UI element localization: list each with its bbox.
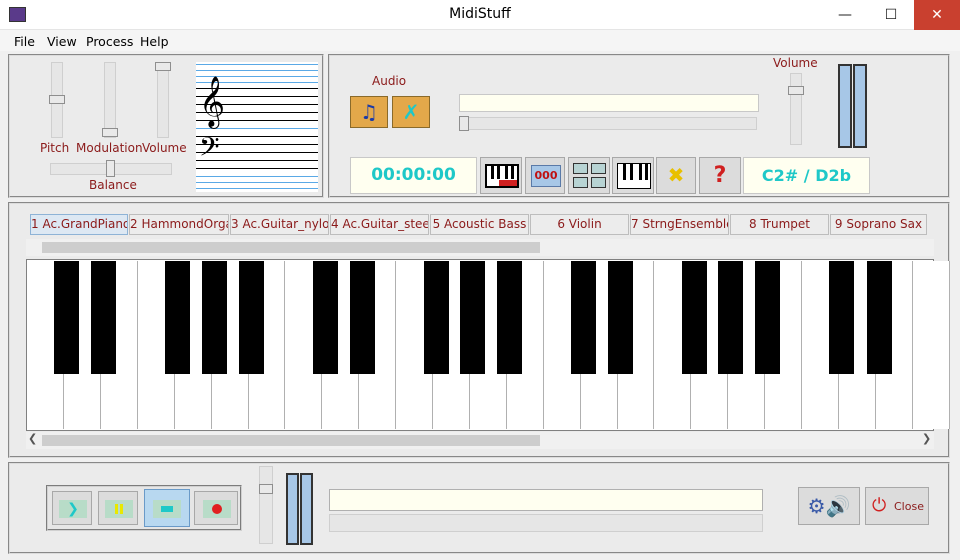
- midi-position-slider[interactable]: [329, 514, 763, 532]
- question-icon: ?: [713, 163, 727, 188]
- menu-help[interactable]: Help: [140, 34, 169, 49]
- tabs-scrollbar-thumb[interactable]: [42, 242, 540, 253]
- menu-view[interactable]: View: [47, 34, 77, 49]
- piano-view-button[interactable]: [480, 157, 522, 194]
- black-key[interactable]: [239, 261, 264, 374]
- black-key[interactable]: [350, 261, 375, 374]
- black-key[interactable]: [202, 261, 227, 374]
- record-button[interactable]: [194, 491, 238, 525]
- master-volume-thumb[interactable]: [788, 86, 804, 95]
- master-volume-label: Volume: [773, 56, 818, 70]
- instrument-tab-9[interactable]: 9 Soprano Sax: [830, 214, 927, 235]
- keyboard-button[interactable]: [612, 157, 654, 194]
- level-meter-right: [853, 64, 867, 148]
- minimize-button[interactable]: —: [822, 0, 868, 30]
- grid-view-button[interactable]: [568, 157, 610, 194]
- playback-volume-slider[interactable]: [259, 466, 273, 544]
- audio-file-field[interactable]: [459, 94, 759, 112]
- black-key[interactable]: [608, 261, 633, 374]
- instrument-tab-6[interactable]: 6 Violin: [530, 214, 629, 235]
- play-icon: ❯: [59, 500, 87, 518]
- balance-slider-thumb[interactable]: [106, 160, 115, 177]
- menu-file[interactable]: File: [14, 34, 35, 49]
- instrument-tab-4[interactable]: 4 Ac.Guitar_steel: [330, 214, 429, 235]
- record-icon: [203, 500, 231, 518]
- black-key[interactable]: [867, 261, 892, 374]
- close-button[interactable]: ⏻ Close: [865, 487, 929, 525]
- black-key[interactable]: [460, 261, 485, 374]
- help-button[interactable]: ?: [699, 157, 741, 194]
- maximize-button[interactable]: ☐: [868, 0, 914, 30]
- pitch-slider-thumb[interactable]: [49, 95, 65, 104]
- window-title: MidiStuff: [449, 6, 511, 22]
- instrument-tab-7[interactable]: 7 StrngEnsemble1: [630, 214, 729, 235]
- counter-label: 000: [531, 165, 561, 187]
- balance-label: Balance: [89, 178, 137, 192]
- midi-file-field[interactable]: [329, 489, 763, 511]
- volume-slider[interactable]: [157, 62, 169, 138]
- pause-button[interactable]: [98, 491, 138, 525]
- pitch-label: Pitch: [40, 141, 70, 155]
- note-display: C2# / D2b: [743, 157, 870, 194]
- modulation-slider[interactable]: [104, 62, 116, 138]
- tools-button[interactable]: ✖: [656, 157, 696, 194]
- black-key[interactable]: [313, 261, 338, 374]
- black-key[interactable]: [682, 261, 707, 374]
- music-note-icon: ♫: [360, 100, 378, 124]
- instrument-tab-2[interactable]: 2 HammondOrgan: [129, 214, 229, 235]
- treble-clef-icon: 𝄞: [199, 76, 226, 127]
- black-key[interactable]: [497, 261, 522, 374]
- crossed-note-icon: ✗: [402, 100, 420, 124]
- stop-icon: [153, 500, 181, 518]
- instrument-tab-3[interactable]: 3 Ac.Guitar_nylon: [230, 214, 329, 235]
- bass-clef-icon: 𝄢: [199, 131, 220, 169]
- black-key[interactable]: [571, 261, 596, 374]
- volume-label: Volume: [142, 141, 187, 155]
- audio-label: Audio: [372, 74, 407, 88]
- instrument-tab-5[interactable]: 5 Acoustic Bass: [430, 214, 529, 235]
- black-key[interactable]: [755, 261, 780, 374]
- audio-position-slider[interactable]: [459, 117, 757, 130]
- speaker-settings-button[interactable]: ⚙🔊: [798, 487, 860, 525]
- scroll-right-icon[interactable]: ❯: [922, 432, 931, 445]
- playback-meter-left: [286, 473, 299, 545]
- level-meter-left: [838, 64, 852, 148]
- black-key[interactable]: [424, 261, 449, 374]
- stop-button[interactable]: [144, 489, 190, 527]
- time-display: 00:00:00: [350, 157, 477, 194]
- close-window-button[interactable]: ✕: [914, 0, 960, 30]
- menu-process[interactable]: Process: [86, 34, 133, 49]
- grid-icon: [573, 163, 607, 189]
- modulation-slider-thumb[interactable]: [102, 128, 118, 137]
- master-volume-slider[interactable]: [790, 73, 802, 145]
- instrument-tab-8[interactable]: 8 Trumpet: [730, 214, 829, 235]
- keys-icon: [617, 163, 651, 189]
- play-button[interactable]: ❯: [52, 491, 92, 525]
- music-staff: 𝄞 𝄢: [196, 62, 318, 192]
- playback-meter-right: [300, 473, 313, 545]
- white-key[interactable]: [913, 261, 950, 429]
- audio-position-thumb[interactable]: [459, 116, 469, 131]
- black-key[interactable]: [54, 261, 79, 374]
- black-key[interactable]: [829, 261, 854, 374]
- scroll-left-icon[interactable]: ❮: [28, 432, 37, 445]
- pause-icon: [105, 500, 133, 518]
- piano-keyboard-icon: [485, 164, 519, 188]
- black-key[interactable]: [165, 261, 190, 374]
- music-note-button[interactable]: ♫: [350, 96, 388, 128]
- instrument-tab-1[interactable]: 1 Ac.GrandPiano: [30, 214, 128, 235]
- counter-button[interactable]: 000: [525, 157, 565, 194]
- tools-icon: ✖: [667, 163, 685, 187]
- black-key[interactable]: [718, 261, 743, 374]
- keyboard-scrollbar-thumb[interactable]: [42, 435, 540, 446]
- mute-audio-button[interactable]: ✗: [392, 96, 430, 128]
- playback-volume-thumb[interactable]: [259, 484, 273, 494]
- close-button-label: Close: [894, 500, 924, 513]
- volume-slider-thumb[interactable]: [155, 62, 171, 71]
- black-key[interactable]: [91, 261, 116, 374]
- modulation-label: Modulation: [76, 141, 143, 155]
- speaker-gear-icon: ⚙🔊: [807, 494, 851, 518]
- power-icon: ⏻: [872, 495, 887, 516]
